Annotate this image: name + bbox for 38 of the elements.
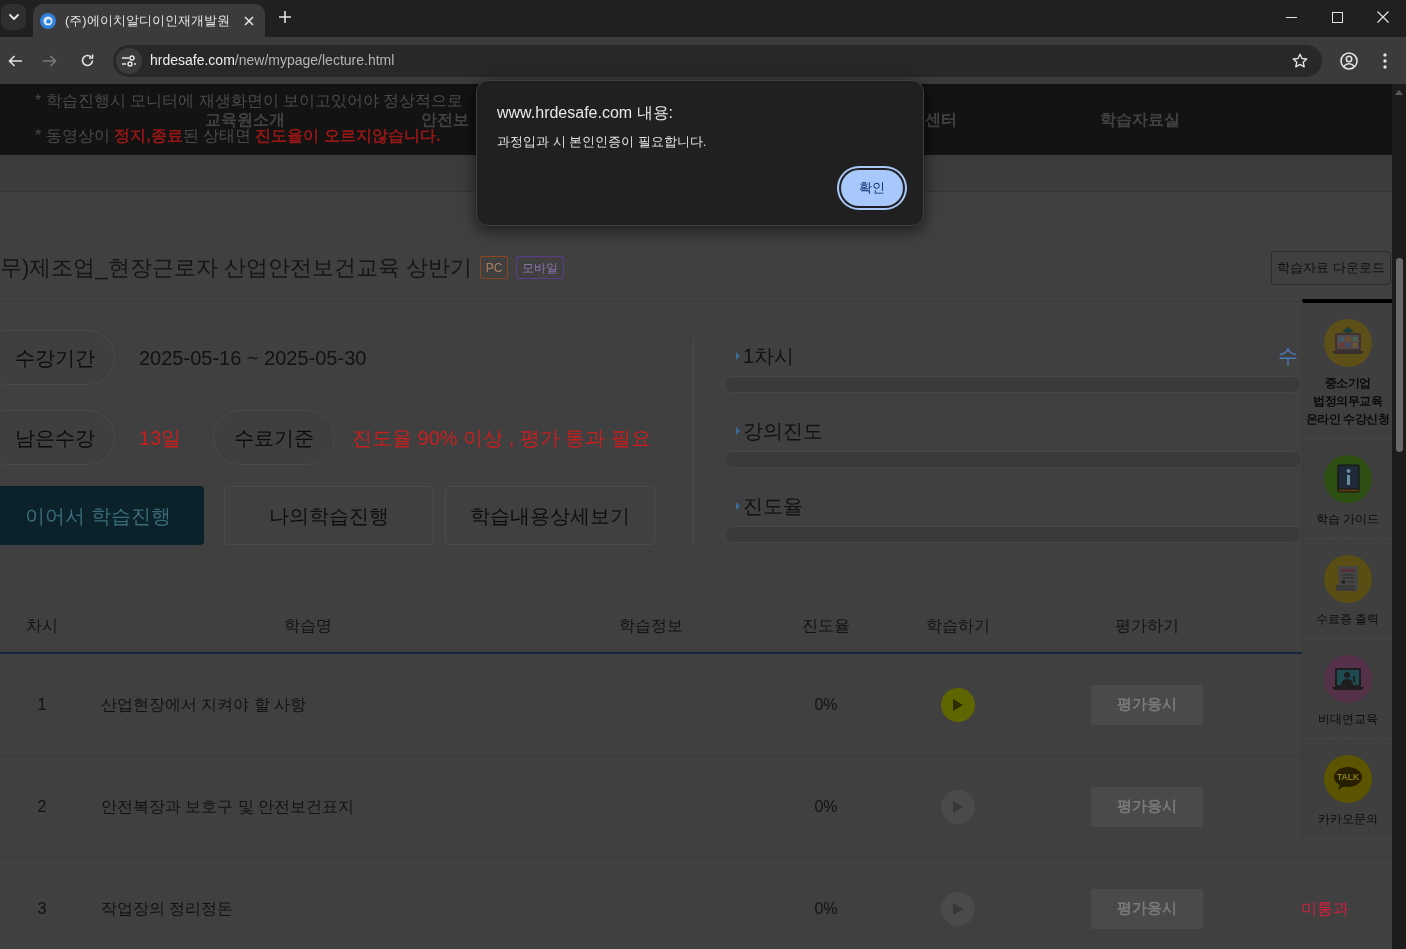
- action-button[interactable]: 이어서 학습진행: [0, 486, 204, 545]
- close-icon: [1377, 11, 1389, 23]
- maximize-icon: [1331, 11, 1343, 23]
- menu-icon: [1383, 52, 1387, 69]
- platform-tag: PC: [479, 256, 509, 279]
- bullet-icon: [736, 502, 740, 510]
- dialog-title: www.hrdesafe.com 내용:: [497, 103, 675, 123]
- platform-tag: 모바일: [516, 256, 565, 279]
- reload-icon: [80, 54, 94, 67]
- tab-search-button[interactable]: [1, 4, 26, 30]
- progress-note: 수: [1278, 344, 1298, 369]
- star-icon: [1292, 52, 1308, 69]
- info-book-icon: [1323, 455, 1372, 503]
- laptop-screen-icon: [1323, 319, 1372, 367]
- info-value: 진도율 90% 이상 , 평가 통과 필요: [352, 425, 651, 451]
- account-icon: [1340, 51, 1358, 70]
- close-icon: [244, 15, 254, 26]
- talk-bubble-icon: TALK: [1323, 755, 1372, 803]
- address-bar[interactable]: hrdesafe.com/new/mypage/lecture.html: [113, 44, 1322, 77]
- chevron-down-icon: [8, 14, 19, 20]
- scroll-up-arrow-icon[interactable]: [1395, 90, 1403, 95]
- site-info-button[interactable]: [116, 47, 142, 74]
- tune-icon: [122, 54, 136, 67]
- info-value: 13일: [139, 425, 183, 451]
- laptop-person-icon: [1323, 655, 1372, 703]
- dialog-message: 과정입과 시 본인인증이 필요합니다.: [497, 133, 708, 151]
- plus-icon: [279, 11, 291, 23]
- minimize-icon: [1285, 16, 1297, 18]
- play-icon: [953, 698, 963, 711]
- scrollbar-thumb[interactable]: [1395, 258, 1403, 452]
- bullet-icon: [736, 352, 740, 360]
- back-arrow-icon: [8, 54, 22, 67]
- browser-tab[interactable]: (주)에이치알디이인재개발원: [33, 4, 265, 37]
- forward-arrow-icon: [43, 54, 57, 67]
- bullet-icon: [736, 427, 740, 435]
- favicon-icon: [40, 12, 56, 29]
- certificate-icon: [1323, 555, 1372, 603]
- result-status: 미통과: [1301, 898, 1349, 919]
